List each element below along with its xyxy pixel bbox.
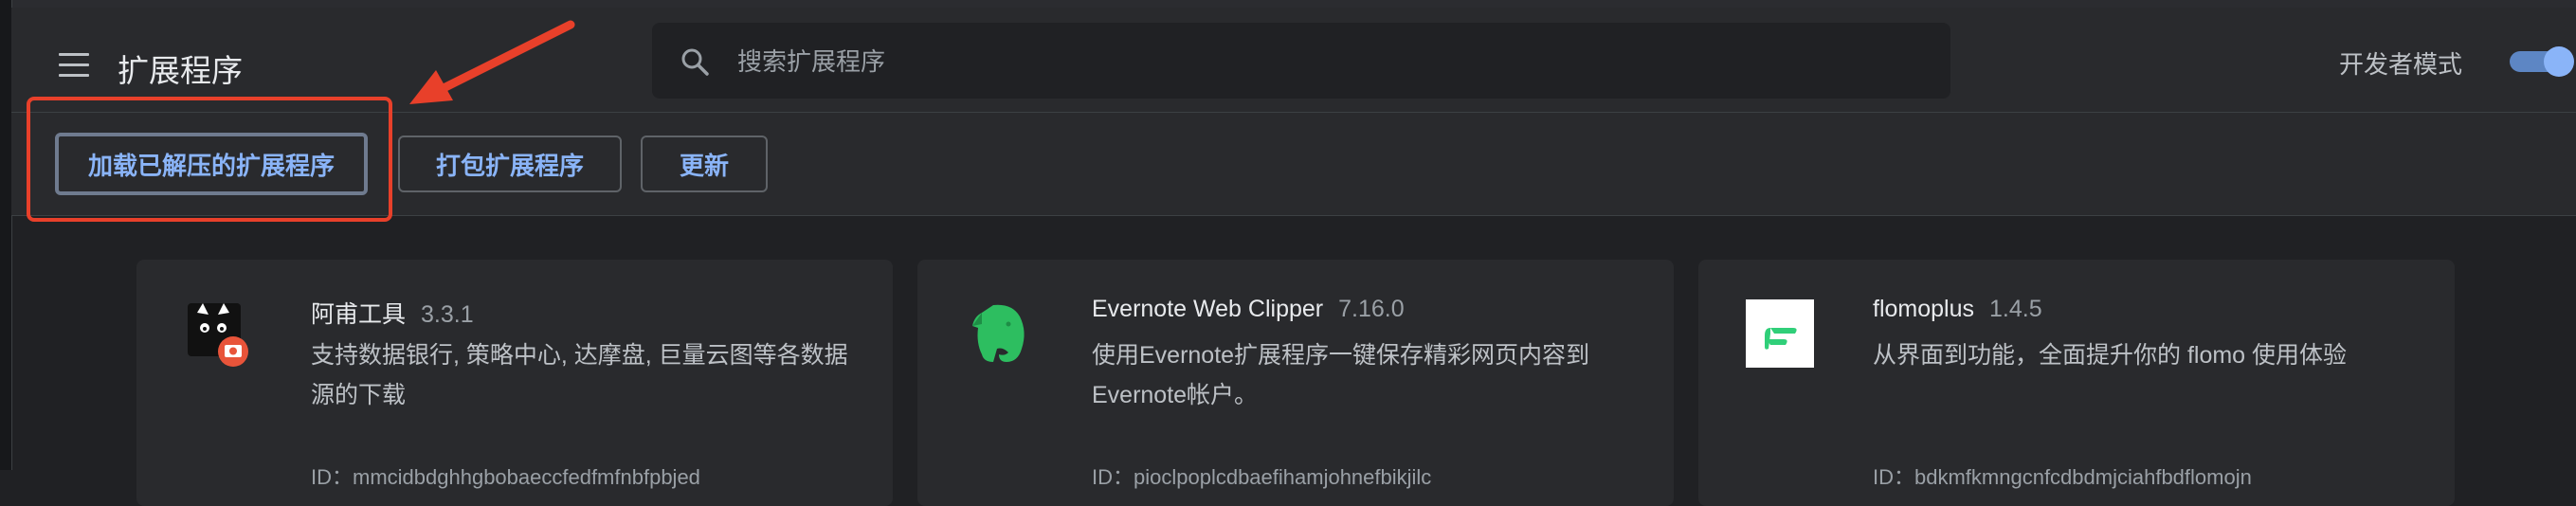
update-button[interactable]: 更新 [641,136,768,192]
extension-name: 阿甫工具 3.3.1 [311,301,474,328]
header: 扩展程序 开发者模式 [11,8,2576,112]
toolbar: 加载已解压的扩展程序 打包扩展程序 更新 [11,112,2576,216]
cat-icon [188,303,248,367]
extension-version: 7.16.0 [1338,296,1405,322]
flomo-icon [1746,299,1814,368]
extension-card: flomoplus 1.4.5 从界面到功能，全面提升你的 flomo 使用体验 … [1698,260,2455,506]
extension-name: Evernote Web Clipper 7.16.0 [1092,296,1405,322]
menu-icon[interactable] [59,53,89,78]
extension-id: ID：pioclpoplcdbaefihamjohnefbikjilc [1092,465,1432,489]
search-box[interactable] [652,23,1950,100]
extension-card: Evernote Web Clipper 7.16.0 使用Evernote扩展程… [917,260,1674,506]
extension-id: ID：mmcidbdghhgbobaeccfedfmfnbfpbjed [311,465,700,489]
developer-mode-toggle[interactable] [2510,46,2574,77]
evernote-elephant-icon [972,304,1025,362]
page-title: 扩展程序 [118,53,243,88]
extension-version: 1.4.5 [1989,296,2042,322]
extension-name: flomoplus 1.4.5 [1873,296,2042,322]
extension-description: 支持数据银行, 策略中心, 达摩盘, 巨量云图等各数据源的下载 [311,342,848,408]
pack-extension-button[interactable]: 打包扩展程序 [398,136,622,192]
search-icon [681,48,709,76]
extension-description: 从界面到功能，全面提升你的 flomo 使用体验 [1873,342,2348,369]
toggle-knob [2544,46,2574,77]
developer-mode-label: 开发者模式 [2339,50,2463,79]
extension-list: 阿甫工具 3.3.1 支持数据银行, 策略中心, 达摩盘, 巨量云图等各数据源的下… [0,214,2576,506]
extension-id: ID：bdkmfkmngcnfcdbdmjciahfbdflomojn [1873,465,2252,489]
extension-description: 使用Evernote扩展程序一键保存精彩网页内容到Evernote帐户。 [1092,342,1590,408]
annotation-arrow-icon [409,20,575,104]
annotation-highlight-box [27,97,392,222]
extension-version: 3.3.1 [421,301,474,328]
search-input[interactable] [735,23,1914,100]
extension-card: 阿甫工具 3.3.1 支持数据银行, 策略中心, 达摩盘, 巨量云图等各数据源的下… [136,260,893,506]
